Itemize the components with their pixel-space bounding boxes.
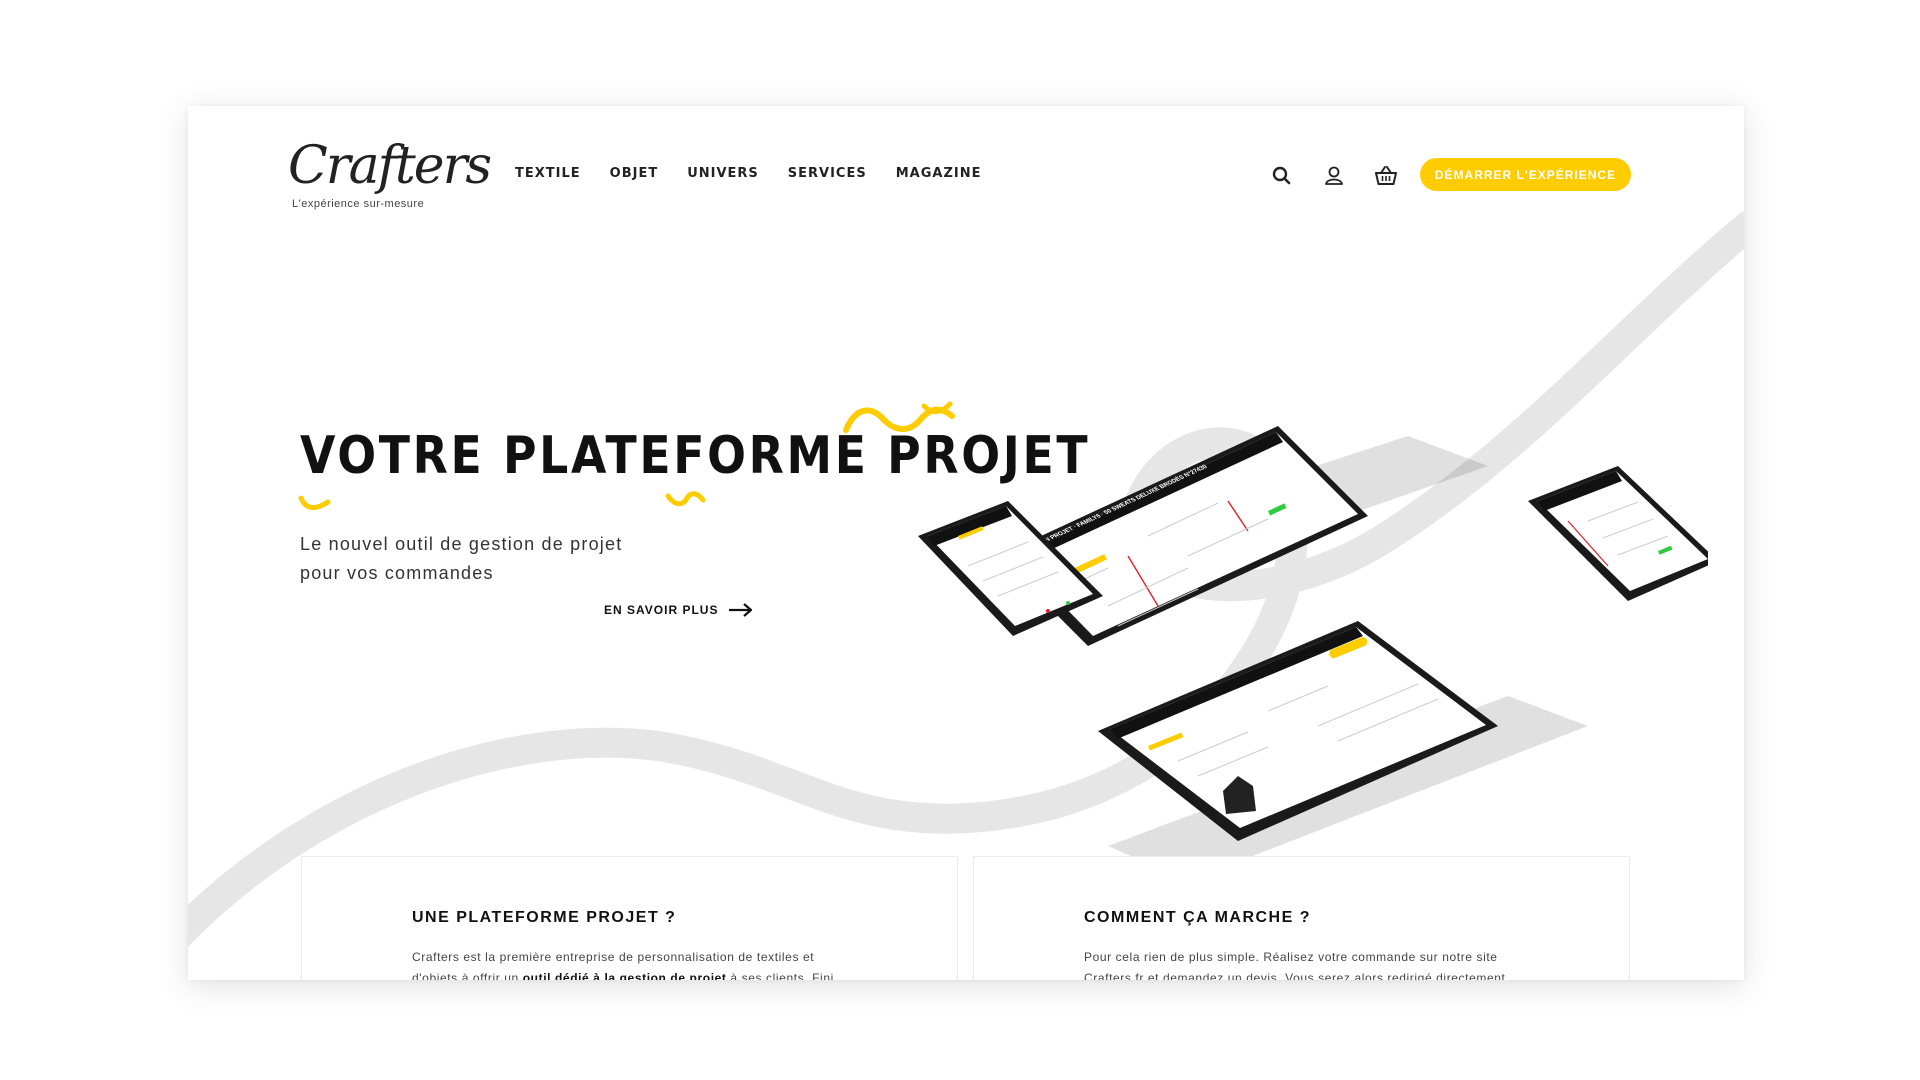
- basket-icon[interactable]: [1372, 162, 1400, 190]
- nav-item-objet[interactable]: OBJET: [610, 166, 659, 181]
- tablet-bottom: [1098, 621, 1588, 866]
- card-title: COMMENT ÇA MARCHE ?: [1084, 909, 1311, 926]
- yellow-squiggle-mid: [665, 491, 706, 507]
- learn-more-link[interactable]: EN SAVOIR PLUS: [604, 602, 754, 618]
- main-nav: TEXTILE OBJET UNIVERS SERVICES MAGAZINE: [515, 166, 1010, 181]
- brand-logo[interactable]: Crafters L'expérience sur-mesure: [288, 136, 492, 216]
- card-text: Crafters est la première entreprise de p…: [412, 950, 834, 980]
- info-card-how-it-works: COMMENT ÇA MARCHE ? Pour cela rien de pl…: [973, 856, 1630, 980]
- info-card-platform: UNE PLATEFORME PROJET ? Crafters est la …: [301, 856, 958, 980]
- search-icon[interactable]: [1268, 162, 1296, 190]
- yellow-squiggle-left: [298, 495, 331, 510]
- hero-subtitle-line1: Le nouvel outil de gestion de projet: [300, 534, 623, 554]
- devices-illustration: MON PROJET · FAMILY6 · 50 SWEATS DELUXE …: [918, 426, 1708, 866]
- logo-tagline: L'expérience sur-mesure: [292, 198, 425, 210]
- user-icon[interactable]: [1320, 162, 1348, 190]
- nav-item-univers[interactable]: UNIVERS: [687, 166, 759, 181]
- header-icons: [1268, 162, 1424, 190]
- nav-item-services[interactable]: SERVICES: [788, 166, 867, 181]
- hero-subtitle: Le nouvel outil de gestion de projet pou…: [300, 530, 700, 588]
- start-experience-button[interactable]: DÉMARRER L'EXPÉRIENCE: [1420, 158, 1631, 191]
- learn-more-label: EN SAVOIR PLUS: [604, 603, 719, 617]
- page-frame: Crafters L'expérience sur-mesure TEXTILE…: [188, 106, 1744, 980]
- arrow-right-icon: [729, 603, 753, 617]
- hero-subtitle-line2: pour vos commandes: [300, 563, 494, 583]
- nav-item-magazine[interactable]: MAGAZINE: [896, 166, 982, 181]
- phone-right: [1528, 466, 1708, 601]
- logo-wordmark: Crafters: [288, 136, 492, 196]
- card-text: Pour cela rien de plus simple. Réalisez …: [1084, 950, 1506, 980]
- nav-item-textile[interactable]: TEXTILE: [515, 166, 581, 181]
- card-title: UNE PLATEFORME PROJET ?: [412, 909, 677, 926]
- tablet-top: MON PROJET · FAMILY6 · 50 SWEATS DELUXE …: [998, 426, 1488, 646]
